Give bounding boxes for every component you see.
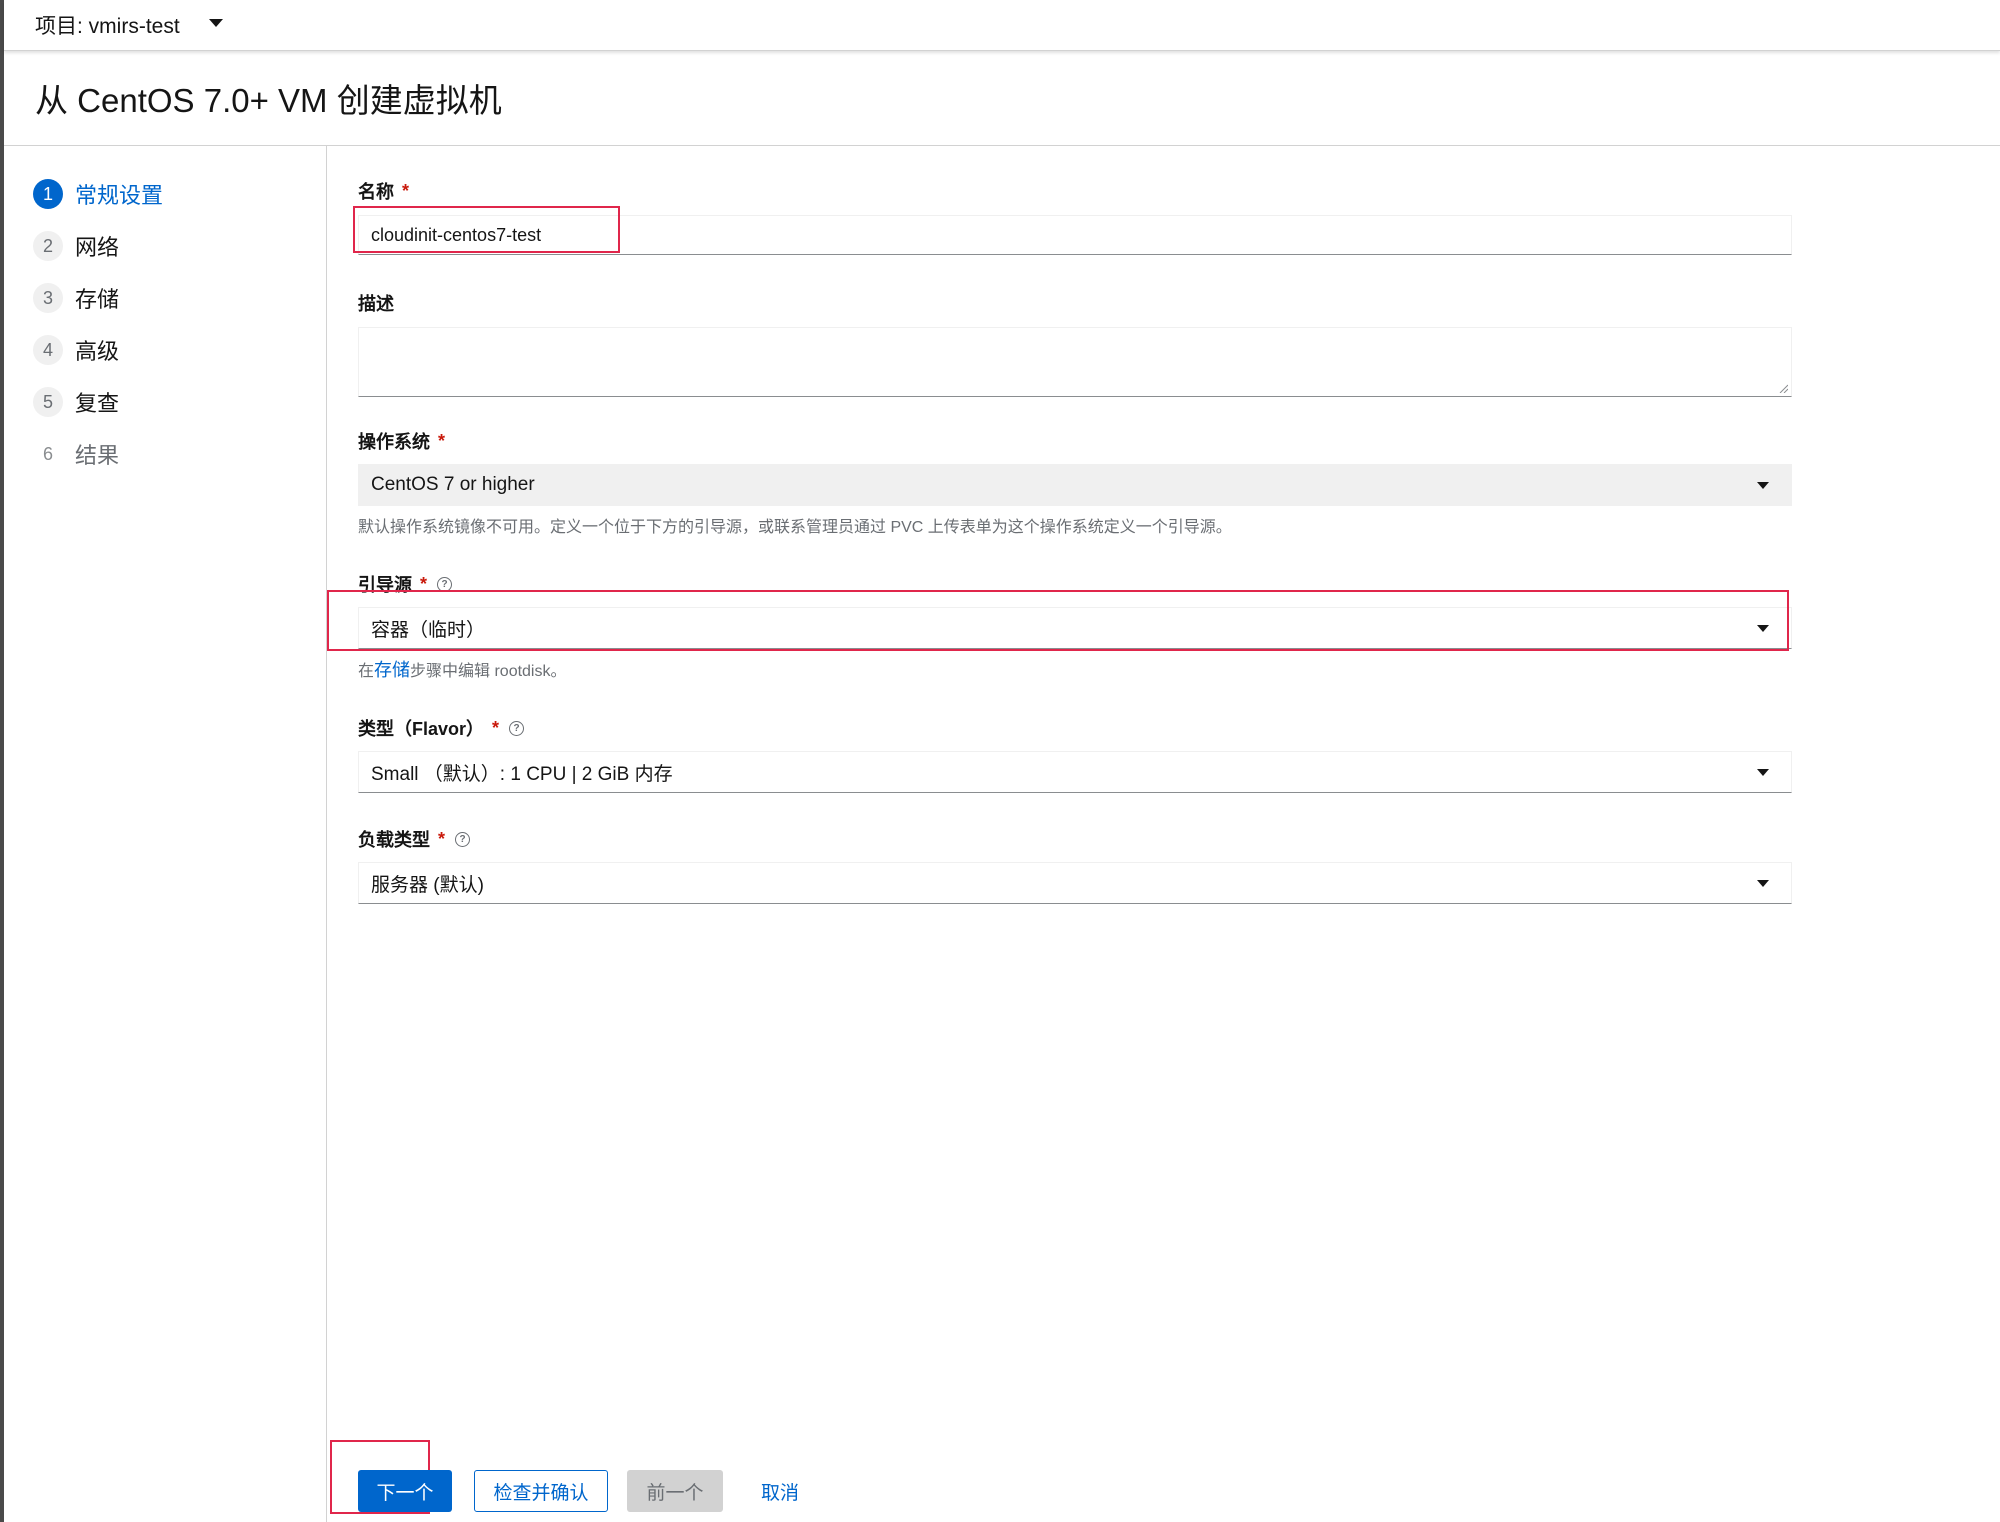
page-title: 从 CentOS 7.0+ VM 创建虚拟机 (35, 82, 502, 119)
step-label: 复查 (75, 391, 120, 416)
required-marker: * (402, 180, 410, 201)
step-label: 存储 (75, 287, 120, 312)
storage-step-link[interactable]: 存储 (374, 660, 410, 680)
wizard-step-general[interactable]: 1 常规设置 (33, 176, 163, 212)
cancel-button[interactable]: 取消 (750, 1470, 810, 1512)
caret-down-icon[interactable] (209, 19, 223, 27)
wizard-step-advanced[interactable]: 4 高级 (33, 332, 119, 368)
flavor-label: 类型（Flavor） * ? (358, 715, 525, 741)
required-marker: * (438, 828, 446, 849)
name-input[interactable] (358, 215, 1792, 255)
description-label-text: 描述 (358, 294, 394, 314)
os-select-value: CentOS 7 or higher (371, 474, 535, 495)
helper-prefix: 在 (358, 663, 375, 680)
os-label: 操作系统 * (358, 428, 445, 454)
question-circle-icon[interactable]: ? (509, 720, 525, 736)
resize-grip-icon[interactable] (1778, 383, 1788, 393)
step-number: 1 (33, 179, 63, 209)
workload-label-text: 负载类型 (358, 830, 430, 850)
wizard-step-review[interactable]: 5 复查 (33, 384, 119, 420)
required-marker: * (492, 717, 500, 738)
os-label-text: 操作系统 (358, 432, 430, 452)
boot-source-select-value: 容器（临时） (371, 619, 486, 641)
boot-source-label: 引导源 * ? (358, 571, 453, 597)
project-bar: 项目: vmirs-test (4, 0, 2000, 51)
step-label: 网络 (75, 235, 120, 260)
workload-select-value: 服务器 (默认) (371, 874, 484, 896)
question-circle-icon[interactable]: ? (437, 576, 453, 592)
step-number: 2 (33, 231, 63, 261)
wizard-footer: 下一个 检查并确认 前一个 取消 (358, 1470, 1358, 1514)
caret-down-icon (1757, 482, 1769, 489)
helper-suffix: 步骤中编辑 rootdisk。 (410, 663, 567, 680)
required-marker: * (438, 430, 446, 451)
workload-select[interactable]: 服务器 (默认) (358, 862, 1792, 904)
back-button: 前一个 (627, 1470, 723, 1512)
step-label: 结果 (75, 443, 120, 468)
step-label: 常规设置 (75, 183, 164, 208)
step-number: 6 (42, 443, 53, 464)
step-number: 4 (33, 335, 63, 365)
description-textarea[interactable] (358, 327, 1792, 397)
step-number: 3 (33, 283, 63, 313)
next-button[interactable]: 下一个 (358, 1470, 452, 1512)
os-helper-text: 默认操作系统镜像不可用。定义一个位于下方的引导源，或联系管理员通过 PVC 上传… (358, 519, 1232, 536)
flavor-select[interactable]: Small （默认）: 1 CPU | 2 GiB 内存 (358, 751, 1792, 793)
wizard-step-storage[interactable]: 3 存储 (33, 280, 119, 316)
name-label-text: 名称 (358, 182, 394, 202)
caret-down-icon (1757, 769, 1769, 776)
boot-source-select[interactable]: 容器（临时） (358, 607, 1792, 649)
boot-source-helper-text: 在存储步骤中编辑 rootdisk。 (358, 656, 567, 682)
divider (4, 145, 2000, 146)
flavor-select-value: Small （默认）: 1 CPU | 2 GiB 内存 (371, 763, 673, 785)
required-marker: * (420, 573, 428, 594)
boot-source-label-text: 引导源 (358, 575, 412, 595)
window-left-edge (0, 0, 4, 1522)
description-label: 描述 (358, 290, 394, 316)
name-label: 名称 * (358, 178, 409, 204)
step-label: 高级 (75, 339, 120, 364)
review-and-confirm-button[interactable]: 检查并确认 (474, 1470, 608, 1512)
wizard-step-result: 6 结果 (33, 436, 119, 472)
caret-down-icon (1757, 880, 1769, 887)
wizard-step-network[interactable]: 2 网络 (33, 228, 119, 264)
workload-label: 负载类型 * ? (358, 826, 471, 852)
project-selector[interactable]: 项目: vmirs-test (35, 10, 180, 40)
flavor-label-text: 类型（Flavor） (358, 719, 485, 739)
os-select[interactable]: CentOS 7 or higher (358, 464, 1792, 506)
divider (326, 146, 327, 1522)
caret-down-icon (1757, 625, 1769, 632)
project-label: 项目: vmirs-test (35, 15, 180, 38)
step-number: 5 (33, 387, 63, 417)
question-circle-icon[interactable]: ? (455, 831, 471, 847)
